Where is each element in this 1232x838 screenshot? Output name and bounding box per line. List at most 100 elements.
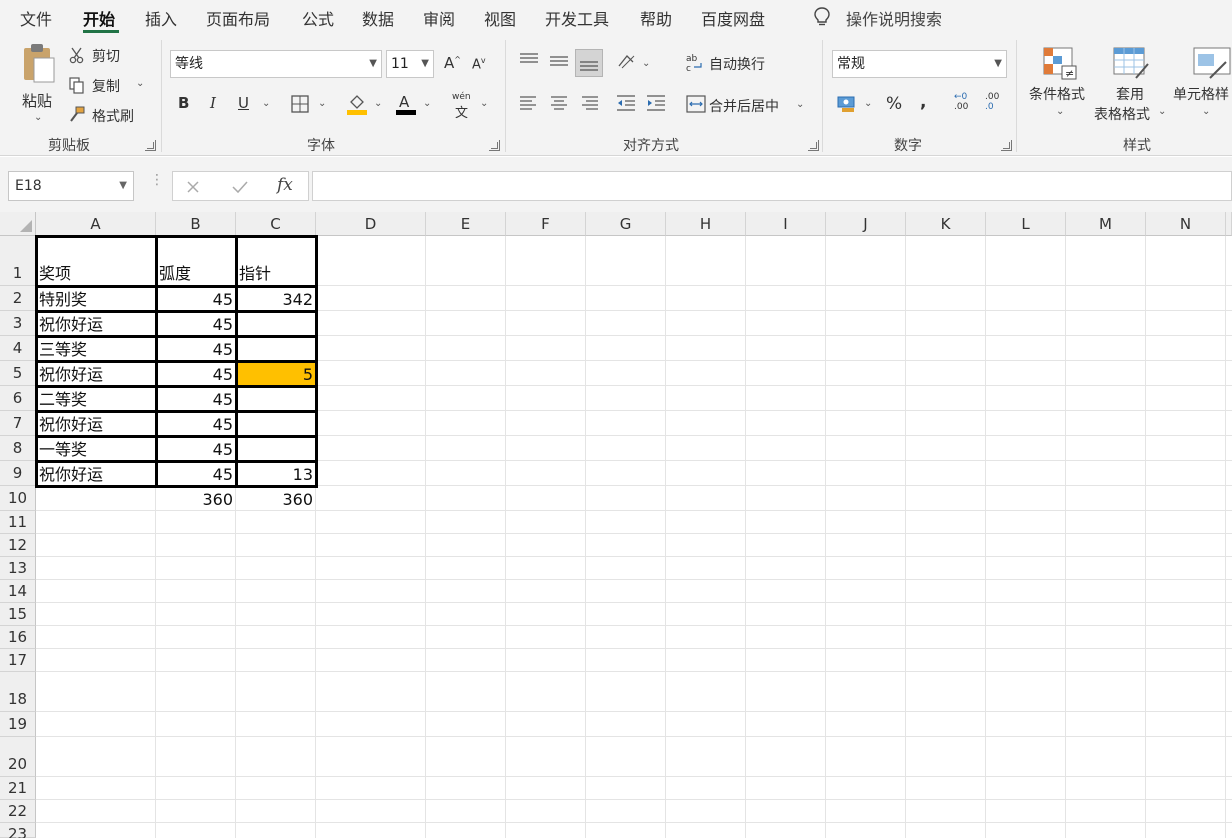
row-header-6[interactable]: 6 — [0, 386, 36, 411]
align-bottom-button[interactable] — [575, 49, 603, 77]
font-launcher-icon[interactable] — [489, 140, 500, 151]
align-left-icon[interactable] — [518, 94, 540, 112]
column-header-partial[interactable] — [1226, 212, 1232, 236]
cell-a9[interactable]: 祝你好运 — [36, 461, 156, 486]
increase-indent-icon[interactable] — [645, 94, 667, 112]
tab-review[interactable]: 审阅 — [423, 6, 455, 30]
chevron-down-icon[interactable]: ⌄ — [374, 98, 382, 109]
cell-c9[interactable]: 13 — [236, 461, 316, 486]
cell-c10[interactable]: 360 — [236, 486, 316, 511]
align-top-icon[interactable] — [518, 52, 540, 70]
column-header-a[interactable]: A — [36, 212, 156, 236]
chevron-down-icon[interactable]: ⌄ — [642, 58, 650, 69]
align-center-icon[interactable] — [548, 94, 570, 112]
cell-c5[interactable]: 5 — [236, 361, 316, 386]
tab-insert[interactable]: 插入 — [145, 6, 177, 30]
number-format-dropdown[interactable]: 常规 ▼ — [832, 50, 1007, 78]
italic-button[interactable]: I — [210, 94, 216, 112]
decrease-decimal-button[interactable]: .00 .0 — [983, 92, 1007, 116]
worksheet-grid[interactable]: A B C D E F G H I J K L M N 1 2 3 4 5 6 7 8 9 10 11 12 13 14 15 16 17 1… — [0, 212, 1232, 838]
column-header-b[interactable]: B — [156, 212, 236, 236]
copy-button[interactable]: 复制 ⌄ — [68, 74, 158, 96]
cell-b9[interactable]: 45 — [156, 461, 236, 486]
insert-function-button[interactable]: fx — [277, 175, 293, 195]
tab-home[interactable]: 开始 — [83, 6, 115, 30]
phonetic-guide-icon[interactable]: wén — [452, 92, 471, 102]
column-header-n[interactable]: N — [1146, 212, 1226, 236]
tab-page-layout[interactable]: 页面布局 — [206, 6, 270, 30]
row-header-18[interactable]: 18 — [0, 672, 36, 712]
orientation-icon[interactable] — [616, 52, 638, 72]
row-header-14[interactable]: 14 — [0, 580, 36, 603]
tab-file[interactable]: 文件 — [20, 6, 52, 30]
cell-a5[interactable]: 祝你好运 — [36, 361, 156, 386]
select-all-corner[interactable] — [0, 212, 36, 236]
cut-button[interactable]: 剪切 — [68, 44, 158, 66]
row-header-9[interactable]: 9 — [0, 461, 36, 486]
row-header-11[interactable]: 11 — [0, 511, 36, 534]
format-painter-button[interactable]: 格式刷 — [68, 104, 158, 126]
column-header-c[interactable]: C — [236, 212, 316, 236]
cell-a1[interactable]: 奖项 — [36, 236, 156, 286]
column-header-d[interactable]: D — [316, 212, 426, 236]
cell-a7[interactable]: 祝你好运 — [36, 411, 156, 436]
underline-button[interactable]: U — [238, 94, 249, 112]
font-color-icon[interactable]: A — [395, 92, 417, 116]
column-header-g[interactable]: G — [586, 212, 666, 236]
paste-button[interactable]: 粘贴 ⌄ — [18, 42, 62, 124]
chevron-down-icon[interactable]: ⌄ — [318, 98, 326, 109]
fill-color-icon[interactable] — [346, 92, 368, 116]
row-header-21[interactable]: 21 — [0, 777, 36, 800]
accounting-format-icon[interactable] — [836, 94, 858, 114]
row-header-13[interactable]: 13 — [0, 557, 36, 580]
enter-check-icon[interactable] — [231, 179, 249, 195]
chevron-down-icon[interactable]: ⌄ — [480, 98, 488, 109]
cell-a6[interactable]: 二等奖 — [36, 386, 156, 411]
column-header-f[interactable]: F — [506, 212, 586, 236]
row-header-20[interactable]: 20 — [0, 737, 36, 777]
column-header-m[interactable]: M — [1066, 212, 1146, 236]
row-header-10[interactable]: 10 — [0, 486, 36, 511]
formula-input[interactable] — [312, 171, 1232, 201]
number-launcher-icon[interactable] — [1001, 140, 1012, 151]
row-header-16[interactable]: 16 — [0, 626, 36, 649]
cell-b6[interactable]: 45 — [156, 386, 236, 411]
percent-style-button[interactable]: % — [886, 94, 902, 114]
column-header-k[interactable]: K — [906, 212, 986, 236]
cell-a4[interactable]: 三等奖 — [36, 336, 156, 361]
clipboard-launcher-icon[interactable] — [145, 140, 156, 151]
chevron-down-icon[interactable]: ⌄ — [136, 78, 144, 89]
decrease-indent-icon[interactable] — [615, 94, 637, 112]
row-header-1[interactable]: 1 — [0, 236, 36, 286]
font-size-dropdown[interactable]: 11 ▼ — [386, 50, 434, 78]
increase-decimal-button[interactable]: ←0 .00 — [952, 92, 976, 116]
cell-b3[interactable]: 45 — [156, 311, 236, 336]
cell-c1[interactable]: 指针 — [236, 236, 316, 286]
column-header-l[interactable]: L — [986, 212, 1066, 236]
name-box[interactable]: E18 ▼ — [8, 171, 134, 201]
row-header-15[interactable]: 15 — [0, 603, 36, 626]
chevron-down-icon[interactable]: ⌄ — [864, 98, 872, 109]
column-header-i[interactable]: I — [746, 212, 826, 236]
row-header-22[interactable]: 22 — [0, 800, 36, 823]
cell-a2[interactable]: 特别奖 — [36, 286, 156, 311]
decrease-font-size-icon[interactable]: Av — [472, 56, 486, 72]
cell-a8[interactable]: 一等奖 — [36, 436, 156, 461]
increase-font-size-icon[interactable]: A^ — [444, 54, 461, 72]
alignment-launcher-icon[interactable] — [808, 140, 819, 151]
borders-icon[interactable] — [290, 94, 310, 114]
cell-b4[interactable]: 45 — [156, 336, 236, 361]
cell-b5[interactable]: 45 — [156, 361, 236, 386]
row-header-19[interactable]: 19 — [0, 712, 36, 737]
bold-button[interactable]: B — [178, 94, 189, 112]
tab-view[interactable]: 视图 — [484, 6, 516, 30]
tab-baidu-netdisk[interactable]: 百度网盘 — [701, 6, 765, 30]
row-header-12[interactable]: 12 — [0, 534, 36, 557]
cancel-icon[interactable] — [185, 179, 201, 195]
column-header-h[interactable]: H — [666, 212, 746, 236]
merge-center-button[interactable]: 合并后居中 ⌄ — [686, 94, 812, 116]
row-header-8[interactable]: 8 — [0, 436, 36, 461]
row-header-3[interactable]: 3 — [0, 311, 36, 336]
conditional-formatting-button[interactable]: ≠ 条件格式 ⌄ — [1026, 44, 1096, 128]
cell-b2[interactable]: 45 — [156, 286, 236, 311]
